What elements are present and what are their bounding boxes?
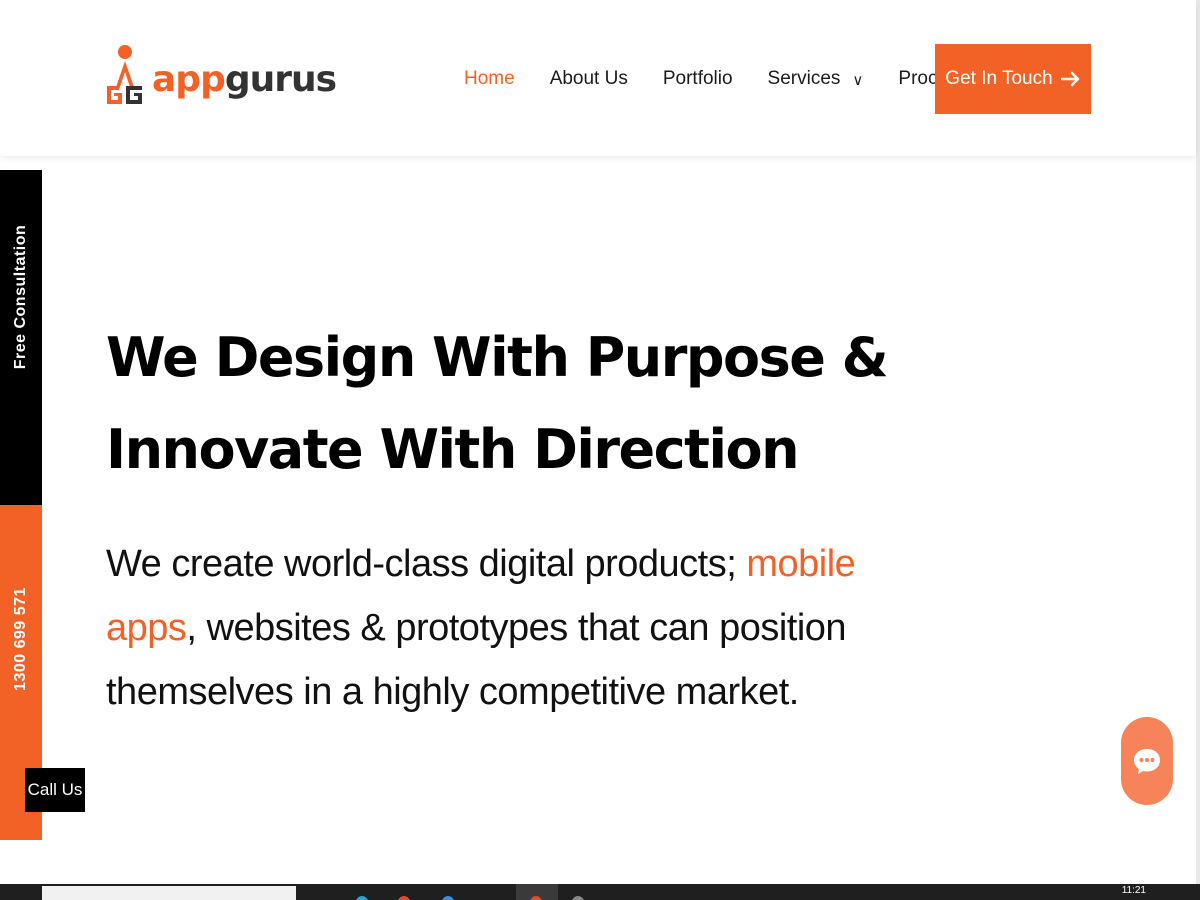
free-consultation-tab[interactable]: Free Consultation: [0, 170, 42, 505]
arrow-right-icon: [1060, 71, 1079, 87]
hero-subtitle-end: , websites & prototypes that can positio…: [106, 607, 847, 713]
logo-wordmark: appgurus: [152, 59, 337, 100]
nav-portfolio[interactable]: Portfolio: [663, 68, 733, 90]
call-us-button[interactable]: Call Us: [25, 768, 85, 812]
free-consultation-label: Free Consultation: [12, 225, 29, 370]
side-contact-bar: Free Consultation 1300 699 571: [0, 170, 42, 840]
chat-button[interactable]: [1121, 717, 1173, 805]
logo-mark-icon: [107, 45, 142, 104]
taskbar-clock: 11:21: [1121, 885, 1146, 896]
page: appgurus Home About Us Portfolio Service…: [0, 0, 1200, 900]
nav-home[interactable]: Home: [464, 68, 515, 90]
taskbar-app-icon[interactable]: [398, 896, 410, 900]
scrollbar[interactable]: [1196, 0, 1200, 884]
logo-app-text: app: [152, 59, 226, 100]
logo[interactable]: appgurus: [104, 42, 337, 112]
taskbar-search[interactable]: [42, 886, 296, 900]
site-header: appgurus Home About Us Portfolio Service…: [0, 0, 1196, 156]
get-in-touch-button[interactable]: Get In Touch: [935, 44, 1091, 114]
taskbar-app-icon[interactable]: [572, 896, 584, 900]
os-taskbar: 11:21: [0, 884, 1200, 900]
chat-bubble-icon: [1134, 749, 1160, 774]
taskbar-app-icon[interactable]: [356, 896, 368, 900]
hero-title: We Design With Purpose & Innovate With D…: [106, 326, 889, 481]
get-in-touch-label: Get In Touch: [945, 68, 1053, 89]
nav-services-label: Services: [767, 68, 841, 89]
logo-gurus-text: gurus: [224, 59, 337, 100]
phone-number: 1300 699 571: [12, 587, 29, 691]
nav-about-us[interactable]: About Us: [550, 68, 628, 90]
hero-subtitle: We create world-class digital products; …: [106, 532, 926, 724]
chevron-down-icon[interactable]: ∨: [852, 71, 863, 89]
hero-subtitle-start: We create world-class digital products;: [106, 543, 747, 585]
taskbar-app-icon[interactable]: [442, 896, 454, 900]
main-nav: Home About Us Portfolio Services ∨ Proces…: [464, 62, 1002, 96]
nav-services[interactable]: Services ∨: [768, 68, 864, 90]
